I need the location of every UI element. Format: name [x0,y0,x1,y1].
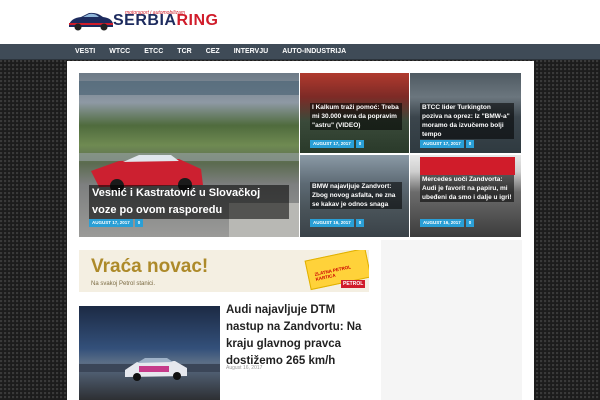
article-thumbnail[interactable] [79,306,220,400]
featured-tile-2-date: AUGUST 17, 2017 [420,140,464,148]
nav-item-vesti[interactable]: VESTI [68,44,102,60]
dtm-car-illustration [79,306,220,400]
article-title[interactable]: Audi najavljuje DTM nastup na Zandvortu:… [226,302,376,370]
featured-tile-3[interactable]: BMW najavljuje Zandvort: Zbog novog asfa… [300,155,409,237]
nav-item-tcr[interactable]: TCR [170,44,198,60]
featured-main-comments[interactable]: 0 [134,219,144,227]
nav-item-intervju[interactable]: INTERVJU [227,44,276,60]
featured-tile-2-meta: AUGUST 17, 2017 0 [420,140,475,148]
site-logo[interactable]: SERBIARING motorsport i automobilizam [67,8,218,36]
banner-subtitle: Na svakoj Petrol stanici. [91,281,156,287]
featured-tile-4[interactable]: Mercedes uoči Zandvorta: Audi je favorit… [410,155,521,237]
featured-tile-3-comments[interactable]: 0 [355,219,365,227]
featured-tile-1-title[interactable]: I Kalkum traži pomoć: Treba mi 30.000 ev… [310,103,402,130]
sidebar-widget-area [381,240,522,400]
logo-tagline: motorsport i automobilizam [125,10,186,16]
featured-tile-2-comments[interactable]: 0 [465,140,475,148]
banner-brand-logo: PETROL [341,280,366,288]
featured-main-title[interactable]: Vesnić i Kastratović u Slovačkoj voze po… [89,185,289,219]
banner-card-text: ZLATNA PETROL KARTICA [314,264,352,282]
featured-tile-4-date: AUGUST 16, 2017 [420,219,464,227]
nav-item-auto-industrija[interactable]: AUTO-INDUSTRIJA [275,44,353,60]
main-nav: VESTI WTCC ETCC TCR CEZ INTERVJU AUTO-IN… [0,44,600,60]
featured-tile-3-meta: AUGUST 16, 2017 0 [310,219,365,227]
car-logo-icon [69,12,113,31]
featured-tile-4-meta: AUGUST 16, 2017 0 [420,219,475,227]
featured-tile-3-date: AUGUST 16, 2017 [310,219,354,227]
featured-tile-4-comments[interactable]: 0 [465,219,475,227]
featured-main-meta: AUGUST 17, 2017 0 [89,219,144,227]
featured-tile-4-title[interactable]: Mercedes uoči Zandvorta: Audi je favorit… [420,175,514,202]
banner-title: Vraća novac! [91,256,209,277]
featured-tile-1[interactable]: I Kalkum traži pomoć: Treba mi 30.000 ev… [300,73,409,153]
ad-banner[interactable]: Vraća novac! Na svakoj Petrol stanici. Z… [79,250,369,292]
featured-main-tile[interactable]: Vesnić i Kastratović u Slovačkoj voze po… [79,73,299,237]
featured-tile-2[interactable]: BTCC lider Turkington poziva na oprez: I… [410,73,521,153]
nav-item-etcc[interactable]: ETCC [137,44,170,60]
featured-tile-2-title[interactable]: BTCC lider Turkington poziva na oprez: I… [420,103,514,139]
site-header: SERBIARING motorsport i automobilizam [0,0,600,44]
featured-tile-1-meta: AUGUST 17, 2017 0 [310,140,365,148]
featured-main-date: AUGUST 17, 2017 [89,219,133,227]
featured-tile-3-title[interactable]: BMW najavljuje Zandvort: Zbog novog asfa… [310,182,402,209]
article-date: August 16, 2017 [226,365,263,371]
nav-item-wtcc[interactable]: WTCC [102,44,137,60]
nav-item-cez[interactable]: CEZ [199,44,227,60]
featured-tile-1-date: AUGUST 17, 2017 [310,140,354,148]
featured-tile-1-comments[interactable]: 0 [355,140,365,148]
